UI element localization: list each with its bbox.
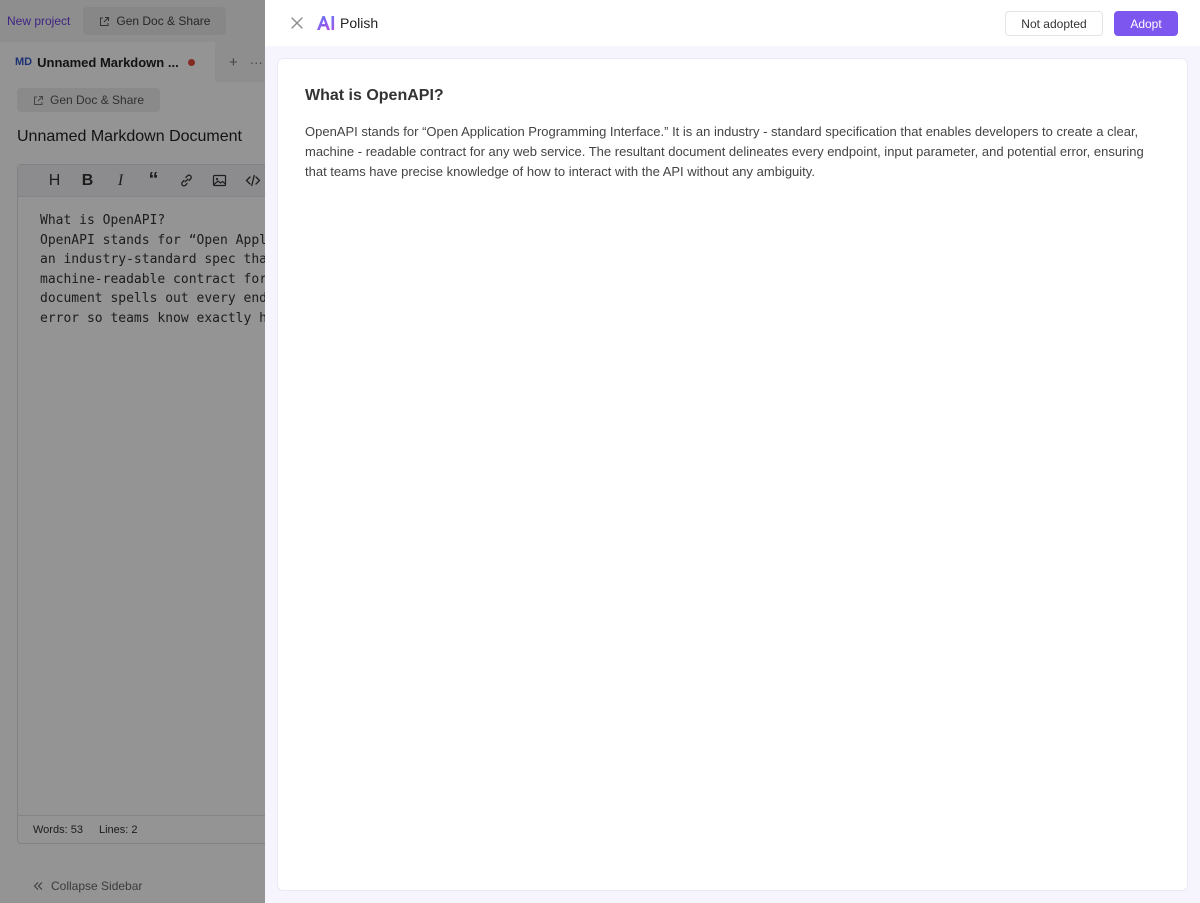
result-body: OpenAPI stands for “Open Application Pro… xyxy=(305,124,1144,179)
close-icon[interactable] xyxy=(290,16,304,30)
result-heading: What is OpenAPI? xyxy=(305,87,444,104)
adopt-button[interactable]: Adopt xyxy=(1114,11,1178,36)
ai-logo-icon xyxy=(317,16,335,30)
polished-result-card: What is OpenAPI? OpenAPI stands for “Ope… xyxy=(277,58,1188,891)
drawer-header: Polish Not adopted Adopt xyxy=(265,0,1200,46)
polish-drawer: Polish Not adopted Adopt What is OpenAPI… xyxy=(265,0,1200,903)
not-adopted-button[interactable]: Not adopted xyxy=(1005,11,1103,36)
drawer-title: Polish xyxy=(340,15,379,31)
